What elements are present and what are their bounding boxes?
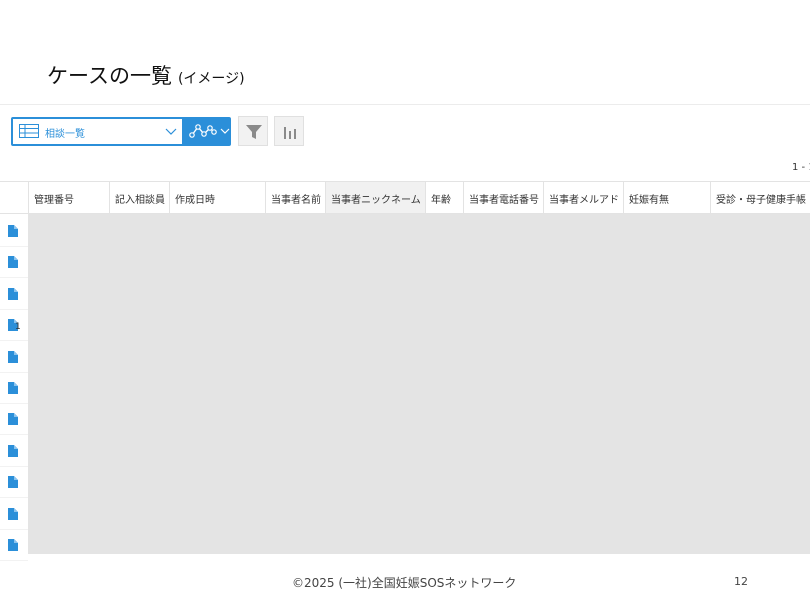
pagination-range: 1 - 1 bbox=[792, 162, 810, 173]
column-header[interactable]: 年齢 bbox=[425, 182, 463, 213]
column-header[interactable]: 管理番号 bbox=[28, 182, 109, 213]
document-icon[interactable] bbox=[8, 413, 18, 425]
column-header[interactable]: 当事者ニックネーム bbox=[325, 182, 425, 213]
title-text: ケースの一覧 bbox=[47, 64, 172, 88]
document-icon[interactable] bbox=[8, 382, 18, 394]
header-divider bbox=[0, 104, 810, 105]
row-separator bbox=[0, 309, 28, 310]
document-icon[interactable] bbox=[8, 476, 18, 488]
document-icon[interactable] bbox=[8, 508, 18, 520]
document-icon[interactable] bbox=[8, 351, 18, 363]
chart-button[interactable] bbox=[274, 116, 304, 146]
chevron-down-icon[interactable] bbox=[220, 127, 230, 135]
page-number: 12 bbox=[734, 575, 748, 588]
row-separator bbox=[0, 403, 28, 404]
row-badge: 1 bbox=[15, 322, 21, 332]
column-header[interactable]: 当事者電話番号 bbox=[463, 182, 543, 213]
title-subtitle: (イメージ) bbox=[177, 71, 245, 87]
document-icon[interactable] bbox=[8, 445, 18, 457]
view-label: 相談一覧 bbox=[45, 129, 85, 140]
filter-icon bbox=[246, 125, 262, 139]
row-separator bbox=[0, 560, 28, 561]
document-icon[interactable] bbox=[8, 288, 18, 300]
table-header: 管理番号 記入相談員 作成日時 当事者名前 当事者ニックネーム 年齢 当事者電話… bbox=[0, 181, 810, 214]
row-separator bbox=[0, 340, 28, 341]
view-selector[interactable]: 相談一覧 bbox=[11, 117, 231, 146]
row-marker-header bbox=[0, 182, 28, 213]
row-separator bbox=[0, 529, 28, 530]
row-separator bbox=[0, 246, 28, 247]
document-icon[interactable] bbox=[8, 256, 18, 268]
row-separator bbox=[0, 497, 28, 498]
row-separator bbox=[0, 372, 28, 373]
document-icon[interactable] bbox=[8, 539, 18, 551]
column-header[interactable]: 当事者メルアド bbox=[543, 182, 623, 213]
column-header[interactable]: 当事者名前 bbox=[265, 182, 325, 213]
page-title: ケースの一覧 (イメージ) bbox=[47, 60, 245, 90]
column-header[interactable]: 記入相談員 bbox=[109, 182, 169, 213]
list-view-icon bbox=[19, 124, 39, 138]
view-dropdown[interactable]: 相談一覧 bbox=[13, 119, 182, 144]
bar-chart-icon bbox=[284, 127, 296, 139]
column-header[interactable]: 作成日時 bbox=[169, 182, 265, 213]
graph-icon[interactable] bbox=[189, 122, 217, 140]
row-separator bbox=[0, 466, 28, 467]
column-header[interactable]: 妊娠有無 bbox=[623, 182, 710, 213]
table-body bbox=[28, 214, 810, 554]
filter-button[interactable] bbox=[238, 116, 268, 146]
row-separator bbox=[0, 277, 28, 278]
column-header[interactable]: 受診・母子健康手帳 bbox=[710, 182, 810, 213]
chevron-down-icon[interactable] bbox=[165, 126, 177, 136]
document-icon[interactable] bbox=[8, 225, 18, 237]
row-separator bbox=[0, 434, 28, 435]
slide-footer: ©2025 (一社)全国妊娠SOSネットワーク bbox=[292, 576, 517, 590]
